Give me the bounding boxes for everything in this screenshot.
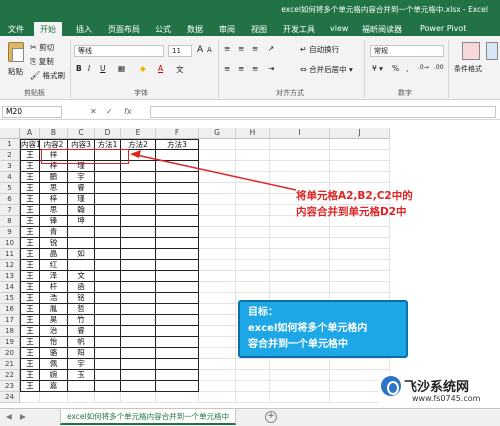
annotation-text: 将单元格A2,B2,C2中的 内容合并到单元格D2中 xyxy=(296,188,413,220)
annotation-arrow xyxy=(130,150,297,191)
watermark-title: 飞沙系统网 xyxy=(404,380,470,395)
sheet-tab-bar: ◀ ▶ excel如何将多个单元格内容合并到一个单元格中 + xyxy=(0,408,500,426)
watermark-logo-icon xyxy=(381,376,401,396)
goal-title: 目标： xyxy=(248,307,278,318)
add-sheet-button[interactable]: + xyxy=(265,411,277,423)
goal-line-2: 容合并到一个单元格中 xyxy=(248,339,348,350)
goal-callout: 目标： excel如何将多个单元格内 容合并到一个单元格中 xyxy=(238,300,408,358)
sheet-tab[interactable]: excel如何将多个单元格内容合并到一个单元格中 xyxy=(60,409,237,425)
annotation-line-2: 内容合并到单元格D2中 xyxy=(296,206,407,218)
prev-sheet-icon[interactable]: ◀ xyxy=(6,412,12,421)
goal-line-1: excel如何将多个单元格内 xyxy=(248,323,368,334)
watermark-url: www.fs0745.com xyxy=(412,394,481,403)
next-sheet-icon[interactable]: ▶ xyxy=(20,412,26,421)
annotation-line-1: 将单元格A2,B2,C2中的 xyxy=(296,190,413,202)
